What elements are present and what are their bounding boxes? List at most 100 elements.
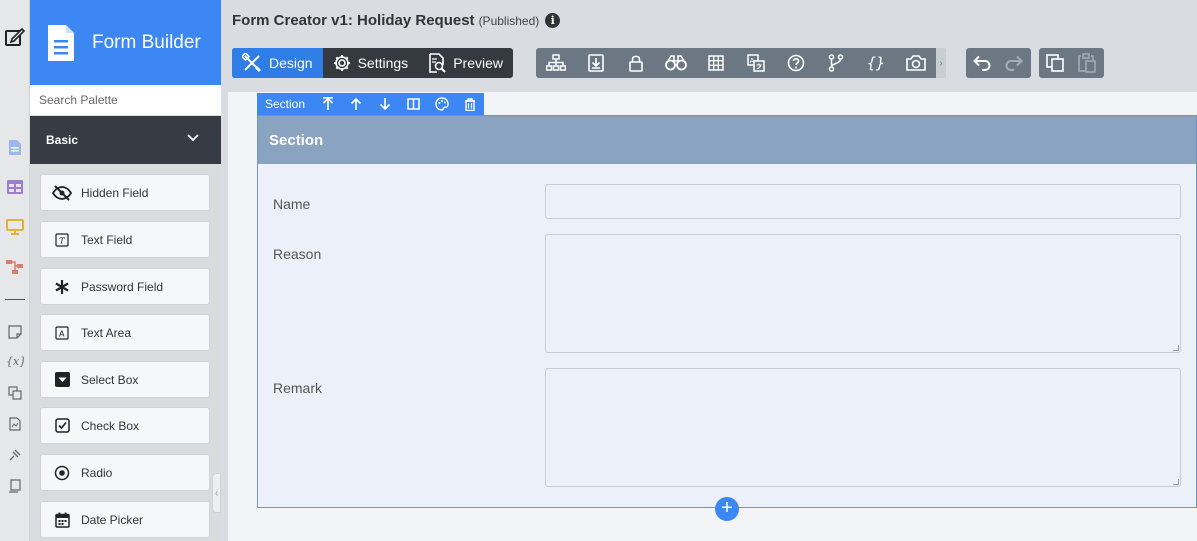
add-section-button[interactable]: + [715,497,739,521]
move-up-icon[interactable] [342,93,370,115]
palette-search-input[interactable] [30,85,221,115]
palette-item-date-picker[interactable]: Date Picker [40,501,210,538]
grid-icon[interactable] [696,48,736,78]
section-toolbar: Section [257,93,484,115]
branch-icon[interactable] [816,48,856,78]
clipboard-toolbar [1039,48,1104,78]
trash-icon[interactable] [456,93,484,115]
field-label-reason: Reason [273,246,322,262]
userview-icon[interactable] [5,217,25,237]
asterisk-icon [52,277,72,297]
document-icon [48,24,74,61]
mode-design-button[interactable]: Design [232,48,323,78]
palette-item-label: Text Field [81,232,133,247]
checkbox-icon [52,416,72,436]
camera-icon[interactable] [896,48,936,78]
plugin-icon[interactable] [5,445,25,465]
datalist-icon[interactable] [5,177,25,197]
move-down-icon[interactable] [371,93,399,115]
undo-icon[interactable] [966,48,998,78]
palette-item-label: Select Box [81,372,139,387]
note-icon[interactable] [5,322,25,342]
remark-textarea[interactable] [545,368,1181,487]
gear-icon [333,55,350,71]
radio-icon [52,463,72,483]
category-label: Basic [46,133,79,147]
palette-item-label: Password Field [81,279,164,294]
text-field-icon: T [52,230,72,250]
reason-textarea[interactable] [545,234,1181,353]
mode-label: Design [269,55,313,71]
builder-icon[interactable] [5,476,25,496]
copy-icon[interactable] [1039,48,1071,78]
palette-item-text-area[interactable]: A Text Area [40,314,210,351]
svg-text:{x}: {x} [6,355,24,368]
section-header: Section [258,116,1196,164]
toolbar-more-button[interactable]: › [936,48,946,78]
json-braces-icon[interactable]: {} [856,48,896,78]
help-icon[interactable] [776,48,816,78]
import-icon[interactable] [576,48,616,78]
variable-icon[interactable]: {x} [5,351,25,371]
design-tools-icon [242,53,262,73]
translate-icon[interactable] [5,383,25,403]
palette-collapse-handle[interactable]: ‹ [212,473,221,513]
report-icon[interactable] [5,414,25,434]
brand-header: Form Builder [30,0,221,85]
left-rail: {x} [0,0,30,541]
process-icon[interactable] [5,257,25,277]
eye-slash-icon [52,183,72,203]
chevron-down-icon [187,134,199,142]
palette-item-label: Date Picker [81,512,144,527]
palette-item-label: Hidden Field [81,185,149,200]
palette-panel: Form Builder Basic Hidden Field T Text F… [30,0,221,541]
name-input[interactable] [545,184,1181,219]
palette-item-label: Check Box [81,418,140,433]
text-area-icon: A [52,323,72,343]
translate-icon[interactable]: A [736,48,776,78]
form-section[interactable]: Section Name Reason Remark [257,115,1197,508]
svg-text:A: A [59,329,65,338]
mode-label: Settings [357,55,409,71]
section-title: Section [269,131,324,149]
palette-item-label: Text Area [81,325,132,340]
svg-text:A: A [750,57,755,65]
section-toolbar-label: Section [265,97,306,111]
mode-settings-button[interactable]: Settings [323,48,419,78]
history-toolbar [966,48,1031,78]
info-icon[interactable]: i [545,13,561,28]
mode-preview-button[interactable]: Preview [418,48,513,78]
move-to-top-icon[interactable] [314,93,342,115]
resize-handle-icon[interactable] [1173,479,1179,485]
form-icon[interactable] [5,137,25,157]
field-label-name: Name [273,196,311,212]
palette-item-radio[interactable]: Radio [40,454,210,491]
palette-style-icon[interactable] [427,93,455,115]
palette-item-password-field[interactable]: Password Field [40,268,210,305]
palette-item-hidden-field[interactable]: Hidden Field [40,174,210,211]
lock-icon[interactable] [616,48,656,78]
redo-icon[interactable] [998,48,1030,78]
select-box-icon [52,370,72,390]
calendar-icon [52,510,72,530]
rail-divider [5,299,25,300]
svg-text:{}: {} [867,54,885,72]
builder-toolbar: A {} › [536,48,946,78]
columns-icon[interactable] [399,93,427,115]
edit-icon[interactable] [3,25,27,49]
palette-item-text-field[interactable]: T Text Field [40,221,210,258]
form-status: (Published) [478,13,540,28]
palette-category-basic[interactable]: Basic [30,116,221,164]
resize-handle-icon[interactable] [1173,345,1179,351]
mode-label: Preview [453,55,503,71]
binoculars-icon[interactable] [656,48,696,78]
palette-item-label: Radio [81,465,113,480]
preview-icon [429,53,446,73]
sitemap-icon[interactable] [536,48,576,78]
palette-item-select-box[interactable]: Select Box [40,361,210,398]
svg-text:T: T [59,236,65,245]
palette-item-check-box[interactable]: Check Box [40,407,210,444]
paste-icon[interactable] [1071,48,1103,78]
form-title: Form Creator v1: Holiday Request [232,12,475,29]
palette-search [30,85,221,116]
